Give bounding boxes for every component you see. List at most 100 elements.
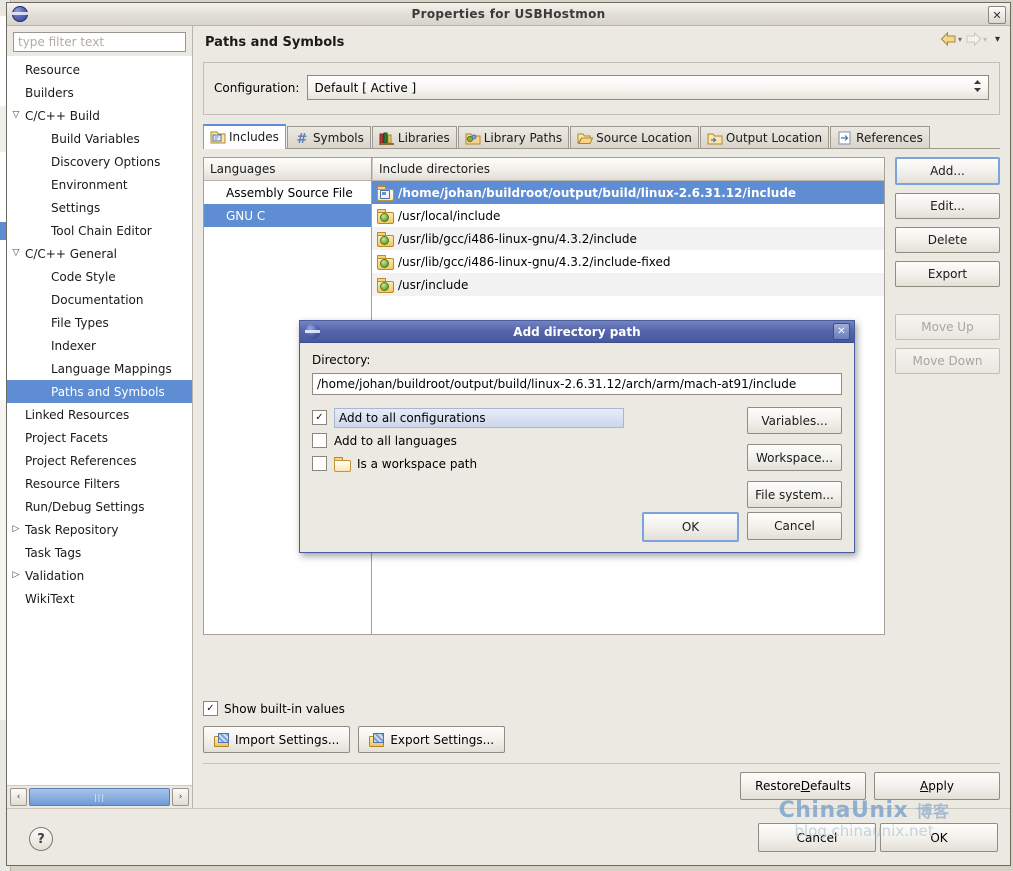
sidebar-item-run-debug-settings[interactable]: Run/Debug Settings bbox=[7, 495, 192, 518]
close-icon[interactable]: ✕ bbox=[833, 323, 850, 340]
sidebar-item-environment[interactable]: Environment bbox=[7, 173, 192, 196]
variables-button[interactable]: Variables... bbox=[747, 407, 842, 434]
sidebar-item-c-c-build[interactable]: ▽ C/C++ Build bbox=[7, 104, 192, 127]
button-group-spacer bbox=[895, 295, 1000, 306]
tab-references[interactable]: References bbox=[830, 126, 930, 148]
settings-tree[interactable]: Resource Builders ▽ C/C++ Build Build Variab… bbox=[7, 56, 192, 785]
configuration-label: Configuration: bbox=[214, 80, 300, 95]
dialog-buttons: Cancel OK bbox=[758, 823, 998, 852]
sidebar-item-task-tags[interactable]: Task Tags bbox=[7, 541, 192, 564]
twisty-expanded-icon[interactable]: ▽ bbox=[7, 111, 25, 120]
dialog-title: Add directory path bbox=[513, 324, 641, 339]
restore-defaults-label-pre: Restore bbox=[755, 779, 801, 793]
open-folder-icon bbox=[334, 457, 351, 472]
include-directory-row[interactable]: /usr/local/include bbox=[372, 204, 884, 227]
combo-spinner-icon[interactable] bbox=[973, 79, 982, 93]
cancel-button[interactable]: Cancel bbox=[758, 823, 876, 852]
sidebar-item-paths-and-symbols[interactable]: Paths and Symbols bbox=[7, 380, 192, 403]
checkbox-add-to-all-configurations[interactable]: ✓ bbox=[312, 410, 327, 425]
forward-arrow-icon: ▾ bbox=[965, 32, 987, 46]
sidebar-item-label: C/C++ Build bbox=[25, 108, 100, 123]
sidebar-item-build-variables[interactable]: Build Variables bbox=[7, 127, 192, 150]
languages-rows[interactable]: Assembly Source File GNU C bbox=[204, 181, 371, 227]
workspace-button[interactable]: Workspace... bbox=[747, 444, 842, 471]
help-icon[interactable]: ? bbox=[29, 827, 53, 851]
twisty-expanded-icon[interactable]: ▽ bbox=[7, 249, 25, 258]
edit-button[interactable]: Edit... bbox=[895, 193, 1000, 219]
twisty-collapsed-icon[interactable]: ▷ bbox=[7, 525, 25, 534]
sidebar-item-resource[interactable]: Resource bbox=[7, 58, 192, 81]
file-system-button[interactable]: File system... bbox=[747, 481, 842, 508]
import-settings-button[interactable]: Import Settings... bbox=[203, 726, 351, 753]
tab-bar[interactable]: Includes # Symbols Libraries Library Paths So… bbox=[203, 124, 1000, 149]
sidebar-item-resource-filters[interactable]: Resource Filters bbox=[7, 472, 192, 495]
show-builtin-values-checkbox[interactable]: ✓ bbox=[203, 701, 218, 716]
checkbox-is-a-workspace-path[interactable] bbox=[312, 456, 327, 471]
checkbox-add-to-all-languages[interactable] bbox=[312, 433, 327, 448]
sidebar-item-settings[interactable]: Settings bbox=[7, 196, 192, 219]
language-row[interactable]: GNU C bbox=[204, 204, 371, 227]
export-button[interactable]: Export bbox=[895, 261, 1000, 287]
sidebar-item-validation[interactable]: ▷ Validation bbox=[7, 564, 192, 587]
close-icon[interactable]: ✕ bbox=[988, 6, 1006, 24]
include-directory-row[interactable]: /usr/include bbox=[372, 273, 884, 296]
sidebar-item-language-mappings[interactable]: Language Mappings bbox=[7, 357, 192, 380]
filter-input[interactable] bbox=[13, 32, 186, 52]
page-header: Paths and Symbols ▾ ▾ ▾ bbox=[193, 26, 1010, 58]
tree-horizontal-scrollbar[interactable]: ‹ ||| › bbox=[7, 785, 192, 808]
dialog-action-buttons: OK Cancel bbox=[642, 512, 842, 542]
language-row[interactable]: Assembly Source File bbox=[204, 181, 371, 204]
sidebar-item-task-repository[interactable]: ▷ Task Repository bbox=[7, 518, 192, 541]
sidebar-item-code-style[interactable]: Code Style bbox=[7, 265, 192, 288]
include-directory-path: /usr/local/include bbox=[398, 208, 501, 223]
sidebar-item-c-c-general[interactable]: ▽ C/C++ General bbox=[7, 242, 192, 265]
include-directory-row[interactable]: /usr/lib/gcc/i486-linux-gnu/4.3.2/includ… bbox=[372, 250, 884, 273]
tab-label: Library Paths bbox=[483, 130, 563, 145]
show-builtin-values-row[interactable]: ✓ Show built-in values bbox=[203, 701, 1000, 716]
back-dropdown-chevron-icon[interactable]: ▾ bbox=[958, 35, 962, 44]
scrollbar-thumb[interactable]: ||| bbox=[29, 788, 170, 806]
twisty-collapsed-icon[interactable]: ▷ bbox=[7, 571, 25, 580]
sidebar-item-label: Validation bbox=[25, 568, 85, 583]
restore-defaults-button[interactable]: Restore Defaults bbox=[740, 772, 866, 800]
header-toolbar: ▾ ▾ ▾ bbox=[940, 32, 1000, 46]
delete-button[interactable]: Delete bbox=[895, 227, 1000, 253]
apply-button[interactable]: Apply bbox=[874, 772, 1000, 800]
sidebar-item-discovery-options[interactable]: Discovery Options bbox=[7, 150, 192, 173]
sidebar-item-indexer[interactable]: Indexer bbox=[7, 334, 192, 357]
back-arrow-icon[interactable]: ▾ bbox=[940, 32, 962, 46]
tab-library-paths[interactable]: Library Paths bbox=[457, 126, 570, 148]
dialog-cancel-button[interactable]: Cancel bbox=[747, 512, 842, 540]
dialog-browse-buttons: Variables... Workspace... File system... bbox=[747, 407, 842, 508]
include-directories-rows[interactable]: /home/johan/buildroot/output/build/linux… bbox=[372, 181, 884, 296]
tab-source-location[interactable]: Source Location bbox=[570, 126, 699, 148]
tab-libraries[interactable]: Libraries bbox=[371, 126, 457, 148]
scroll-right-icon[interactable]: › bbox=[172, 788, 189, 806]
dialog-ok-button[interactable]: OK bbox=[642, 512, 739, 542]
ok-button[interactable]: OK bbox=[880, 823, 998, 852]
view-menu-chevron-icon[interactable]: ▾ bbox=[995, 34, 1000, 45]
add-button[interactable]: Add... bbox=[895, 157, 1000, 185]
show-builtin-values-label: Show built-in values bbox=[224, 701, 345, 716]
window-footer: ? Cancel OK bbox=[7, 808, 1010, 865]
directory-input[interactable] bbox=[312, 373, 842, 395]
sidebar-item-file-types[interactable]: File Types bbox=[7, 311, 192, 334]
scroll-left-icon[interactable]: ‹ bbox=[10, 788, 27, 806]
include-directory-row[interactable]: /usr/lib/gcc/i486-linux-gnu/4.3.2/includ… bbox=[372, 227, 884, 250]
sidebar-item-documentation[interactable]: Documentation bbox=[7, 288, 192, 311]
sidebar-item-builders[interactable]: Builders bbox=[7, 81, 192, 104]
forward-dropdown-chevron-icon: ▾ bbox=[982, 34, 987, 44]
sidebar-item-wikitext[interactable]: WikiText bbox=[7, 587, 192, 610]
sidebar-item-tool-chain-editor[interactable]: Tool Chain Editor bbox=[7, 219, 192, 242]
sidebar-item-project-references[interactable]: Project References bbox=[7, 449, 192, 472]
tab-includes[interactable]: Includes bbox=[203, 124, 286, 149]
tab-output-location[interactable]: Output Location bbox=[699, 126, 830, 148]
export-settings-button[interactable]: Export Settings... bbox=[358, 726, 506, 753]
include-directory-row[interactable]: /home/johan/buildroot/output/build/linux… bbox=[372, 181, 884, 204]
configuration-combo[interactable]: Default [ Active ] bbox=[307, 75, 989, 100]
sidebar-item-linked-resources[interactable]: Linked Resources bbox=[7, 403, 192, 426]
sidebar-item-label: Run/Debug Settings bbox=[25, 499, 145, 514]
tab-symbols[interactable]: # Symbols bbox=[286, 126, 371, 148]
language-label: Assembly Source File bbox=[226, 185, 353, 200]
sidebar-item-project-facets[interactable]: Project Facets bbox=[7, 426, 192, 449]
